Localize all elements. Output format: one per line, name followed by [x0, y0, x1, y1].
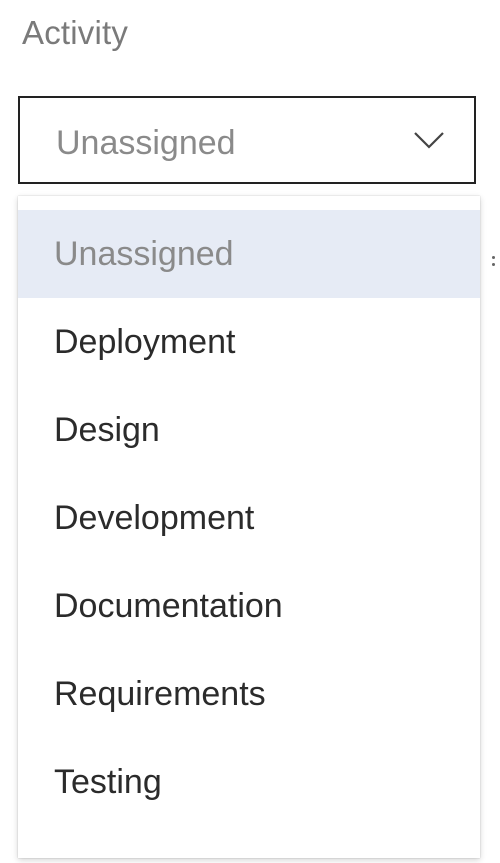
- option-deployment[interactable]: Deployment: [18, 298, 480, 386]
- chevron-down-icon: [412, 128, 446, 152]
- option-label: Documentation: [54, 586, 283, 625]
- option-label: Requirements: [54, 674, 266, 713]
- option-testing[interactable]: Testing: [18, 738, 480, 826]
- activity-label: Activity: [22, 14, 129, 51]
- activity-select-value: Unassigned: [56, 124, 236, 162]
- option-label: Development: [54, 498, 255, 537]
- option-label: Testing: [54, 762, 162, 801]
- option-design[interactable]: Design: [18, 386, 480, 474]
- activity-select[interactable]: Unassigned: [18, 96, 476, 184]
- option-label: Unassigned: [54, 234, 234, 273]
- option-documentation[interactable]: Documentation: [18, 562, 480, 650]
- option-development[interactable]: Development: [18, 474, 480, 562]
- dots-icon: [490, 256, 498, 274]
- option-label: Deployment: [54, 322, 236, 361]
- option-label: Design: [54, 410, 160, 449]
- option-requirements[interactable]: Requirements: [18, 650, 480, 738]
- activity-dropdown-list: Unassigned Deployment Design Development…: [18, 196, 495, 858]
- option-unassigned[interactable]: Unassigned: [18, 210, 495, 298]
